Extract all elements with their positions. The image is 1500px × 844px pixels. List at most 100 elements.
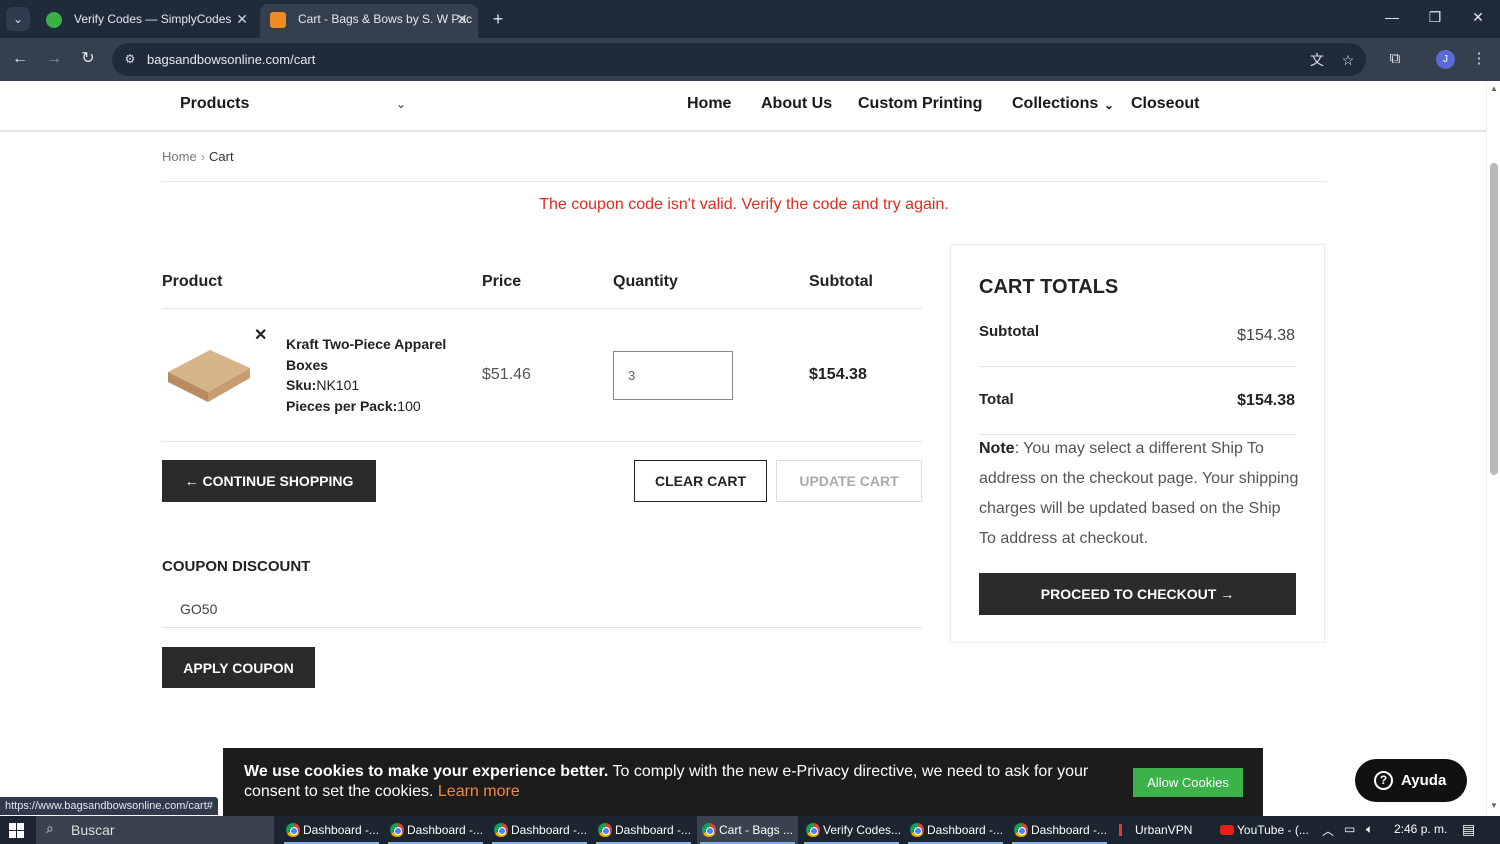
subtotal-label: Subtotal [979,323,1039,340]
sku-value: NK101 [316,377,360,393]
bookmark-star-icon[interactable]: ☆ [1339,51,1357,69]
learn-more-link[interactable]: Learn more [438,783,520,800]
collections-chevron-icon[interactable]: ⌄ [1104,98,1114,112]
translate-icon[interactable]: 文 [1308,51,1326,69]
url-text[interactable]: bagsandbowsonline.com/cart [147,52,315,67]
breadcrumb-separator-icon: › [200,149,206,164]
total-value: $154.38 [1237,392,1295,409]
taskbar-item-label: Dashboard -... [927,823,1004,837]
taskbar-item-youtube[interactable]: YouTube - (... [1215,816,1316,844]
allow-cookies-button[interactable]: Allow Cookies [1133,768,1243,797]
taskbar-search-text: Buscar [71,822,115,838]
tab-cart[interactable]: Cart - Bags & Bows by S. W Pac ✕ [260,4,478,38]
close-tab-icon[interactable]: ✕ [236,4,248,34]
clear-cart-button[interactable]: CLEAR CART [634,460,767,502]
extensions-icon[interactable]: ⧉ [1385,49,1405,69]
taskbar-item-dashboard[interactable]: Dashboard -... [905,816,1006,844]
cart-totals-panel: CART TOTALS Subtotal $154.38 Total $154.… [950,244,1325,643]
address-bar[interactable]: ⚙ bagsandbowsonline.com/cart 文 ☆ [112,43,1366,76]
scroll-down-icon[interactable]: ▼ [1489,801,1499,810]
reload-icon[interactable]: ↻ [77,48,99,70]
page-scrollbar[interactable]: ▲ ▼ [1486,81,1500,816]
remove-item-icon[interactable]: ✕ [254,325,267,345]
forward-icon[interactable]: → [43,48,65,70]
nav-link-custom-printing[interactable]: Custom Printing [858,95,982,113]
tray-chevron-icon[interactable]: ︿ [1322,822,1334,839]
close-window-icon[interactable]: ✕ [1468,9,1488,26]
status-bar-url: https://www.bagsandbowsonline.com/cart# [0,797,218,815]
minimize-icon[interactable]: — [1382,9,1402,25]
continue-shopping-label: CONTINUE SHOPPING [202,473,354,489]
coupon-code-input[interactable] [162,590,922,628]
site-navigation: Products ⌄ Home About Us Custom Printing… [0,81,1486,132]
windows-start-icon[interactable] [9,823,24,838]
site-settings-icon[interactable]: ⚙ [122,51,138,67]
chevron-down-icon[interactable]: ⌄ [396,97,406,111]
product-name-link[interactable]: Kraft Two-Piece Apparel Boxes [286,334,466,376]
proceed-to-checkout-button[interactable]: PROCEED TO CHECKOUT → [979,573,1296,615]
nav-link-home[interactable]: Home [687,95,731,113]
breadcrumb-home[interactable]: Home [162,149,197,164]
close-tab-icon[interactable]: ✕ [456,4,468,34]
taskbar-item-label: YouTube - (... [1237,823,1309,837]
urbanvpn-icon [1119,824,1122,836]
taskbar-item-dashboard[interactable]: Dashboard -... [385,816,486,844]
back-icon[interactable]: ← [9,48,31,70]
restore-icon[interactable]: ❐ [1425,9,1445,26]
taskbar-item-dashboard[interactable]: Dashboard -... [1009,816,1110,844]
taskbar-item-label: Dashboard -... [1031,823,1108,837]
taskbar-item-dashboard[interactable]: Dashboard -... [593,816,694,844]
notifications-icon[interactable]: ▤ [1462,821,1475,838]
product-sku: Sku:NK101 [286,377,359,393]
chrome-icon [286,823,300,837]
apply-coupon-button[interactable]: APPLY COUPON [162,647,315,688]
divider [162,308,922,309]
taskbar-item-dashboard[interactable]: Dashboard -... [489,816,590,844]
nav-link-collections[interactable]: Collections [1012,95,1098,113]
question-icon: ? [1374,771,1393,790]
nav-link-closeout[interactable]: Closeout [1131,95,1199,113]
tab-bar: ⌄ Verify Codes — SimplyCodes ✕ Cart - Ba… [0,0,1500,38]
tab-search-button[interactable]: ⌄ [6,7,30,31]
chrome-icon [806,823,820,837]
scroll-up-icon[interactable]: ▲ [1489,84,1499,93]
column-header-price: Price [482,273,522,290]
column-header-quantity: Quantity [613,273,678,290]
products-dropdown[interactable]: Products [180,95,249,113]
update-cart-button[interactable]: UPDATE CART [776,460,922,502]
quantity-input[interactable] [613,351,733,400]
taskbar-item-label: Cart - Bags ... [719,823,794,837]
simplycodes-favicon-icon [46,12,62,28]
profile-avatar[interactable]: J [1436,50,1455,69]
chrome-icon [702,823,716,837]
scrollbar-thumb[interactable] [1490,163,1498,475]
volume-icon[interactable]: 🔈︎ [1366,822,1373,837]
taskbar-item-label: Dashboard -... [303,823,380,837]
taskbar-item-cart[interactable]: Cart - Bags ... [697,816,798,844]
help-button[interactable]: ? Ayuda [1355,759,1467,802]
arrow-left-icon: ← [184,473,203,489]
shipping-note: Note: You may select a different Ship To… [979,434,1299,554]
cookie-headline: We use cookies to make your experience b… [244,763,609,780]
menu-kebab-icon[interactable]: ⋮ [1469,49,1489,69]
item-price: $51.46 [482,366,531,383]
divider [162,441,922,442]
taskbar-clock[interactable]: 2:46 p. m. [1394,822,1447,836]
chrome-icon [598,823,612,837]
continue-shopping-button[interactable]: ← CONTINUE SHOPPING [162,460,376,502]
taskbar-item-urbanvpn[interactable]: UrbanVPN [1113,816,1214,844]
breadcrumb-current: Cart [209,149,234,164]
coupon-discount-title: COUPON DISCOUNT [162,558,311,575]
taskbar-search[interactable]: ⌕ Buscar [36,816,274,844]
product-image[interactable] [162,328,256,422]
tab-verify-codes[interactable]: Verify Codes — SimplyCodes ✕ [36,4,258,38]
column-header-product: Product [162,273,223,290]
taskbar-item-dashboard[interactable]: Dashboard -... [281,816,382,844]
taskbar-item-label: Verify Codes... [823,823,902,837]
taskbar-item-verify-codes[interactable]: Verify Codes... [801,816,902,844]
cookie-consent-bar: We use cookies to make your experience b… [223,748,1263,816]
network-icon[interactable]: ▭ [1344,822,1355,836]
nav-link-about-us[interactable]: About Us [761,95,832,113]
new-tab-icon[interactable]: + [488,7,508,31]
help-label: Ayuda [1401,772,1447,789]
